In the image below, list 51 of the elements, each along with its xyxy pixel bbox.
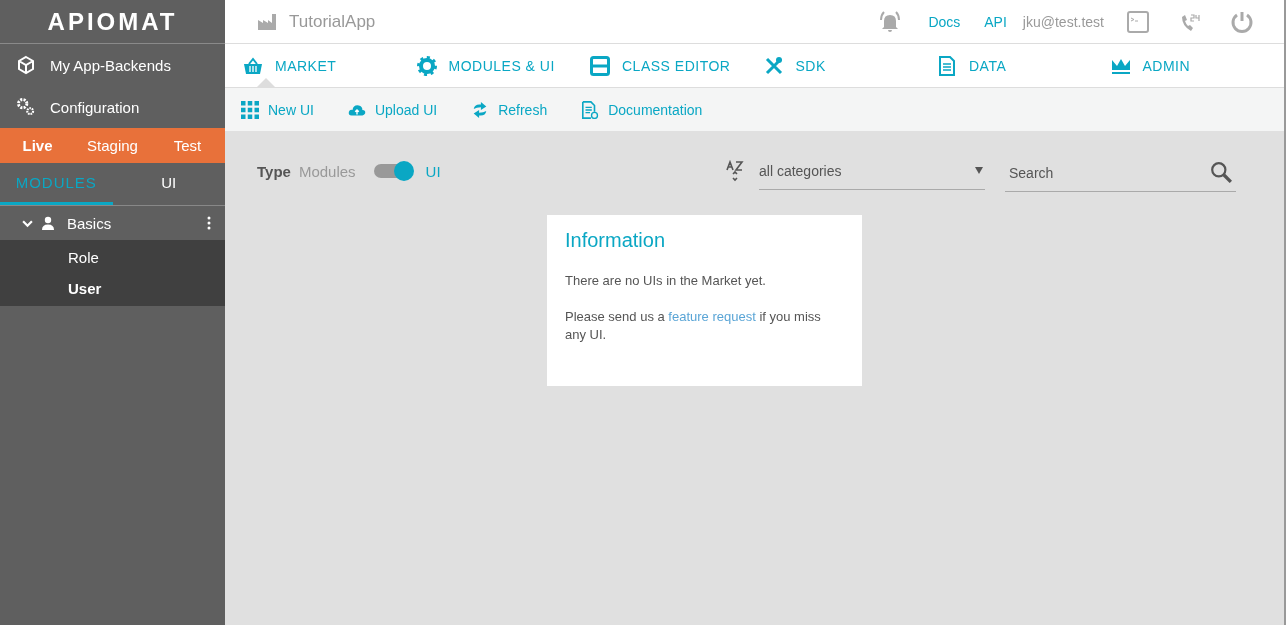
nav-tab[interactable]: DATA xyxy=(937,44,1111,87)
toolbar-button[interactable]: New UI xyxy=(241,100,314,119)
nav-tab[interactable]: MODULES & UI xyxy=(416,44,590,87)
caret-icon xyxy=(975,167,983,174)
app-name: TutorialApp xyxy=(289,11,376,32)
tree-item[interactable]: User xyxy=(0,273,225,304)
document-help-icon xyxy=(581,100,600,119)
window-icon xyxy=(590,55,610,76)
header-link[interactable]: API xyxy=(984,13,1007,30)
user-email[interactable]: jku@test.test xyxy=(1022,13,1104,30)
feature-request-text: Please send us a feature request if you miss any UI. xyxy=(565,308,822,344)
type-label: Type xyxy=(257,162,291,180)
sidebar-tab[interactable]: MODULES xyxy=(0,163,113,205)
tree-node[interactable]: Basics xyxy=(0,206,225,240)
info-message: There are no UIs in the Market yet. xyxy=(565,272,767,290)
ui-option: UI xyxy=(425,162,441,180)
person-icon xyxy=(41,216,55,230)
sidebar-item[interactable]: My App-Backends xyxy=(0,44,225,86)
sidebar-tab[interactable]: UI xyxy=(112,163,225,205)
gears-icon xyxy=(16,97,36,117)
bell-icon[interactable] xyxy=(878,9,903,34)
nav-tab[interactable]: ADMIN xyxy=(1110,44,1284,87)
toolbar-button[interactable]: Documentation xyxy=(581,100,703,119)
feature-request-link[interactable]: feature request xyxy=(668,309,756,324)
power-icon[interactable] xyxy=(1230,9,1254,34)
nav-tab[interactable]: CLASS EDITOR xyxy=(590,44,764,87)
factory-icon xyxy=(257,12,277,31)
search-icon xyxy=(1210,160,1232,183)
toolbar-button[interactable]: Upload UI xyxy=(347,100,438,119)
more-icon[interactable] xyxy=(207,216,211,230)
search-field[interactable]: Search xyxy=(1005,154,1236,192)
basket-icon xyxy=(243,55,263,76)
cube-icon xyxy=(16,55,36,75)
type-toggle[interactable] xyxy=(373,164,412,178)
document-icon xyxy=(937,55,957,76)
environment-tab[interactable]: Test xyxy=(150,128,225,163)
sidebar-item[interactable]: Configuration xyxy=(0,86,225,128)
nav-tab[interactable]: SDK xyxy=(763,44,937,87)
modules-option: Modules xyxy=(298,162,356,180)
terminal-icon[interactable] xyxy=(1126,9,1150,34)
gear-icon xyxy=(416,55,437,76)
tree-item[interactable]: Role xyxy=(0,242,225,273)
header-link[interactable]: Docs xyxy=(928,13,961,30)
environment-tab[interactable]: Staging xyxy=(75,128,150,163)
sort-icon[interactable] xyxy=(725,160,745,182)
category-dropdown[interactable]: all categories xyxy=(759,152,985,190)
card-title: Information xyxy=(565,229,667,252)
environment-tab[interactable]: Live xyxy=(0,128,75,163)
toolbar-button[interactable]: Refresh xyxy=(471,100,548,119)
grid-icon xyxy=(241,100,259,119)
tools-icon xyxy=(763,55,784,76)
